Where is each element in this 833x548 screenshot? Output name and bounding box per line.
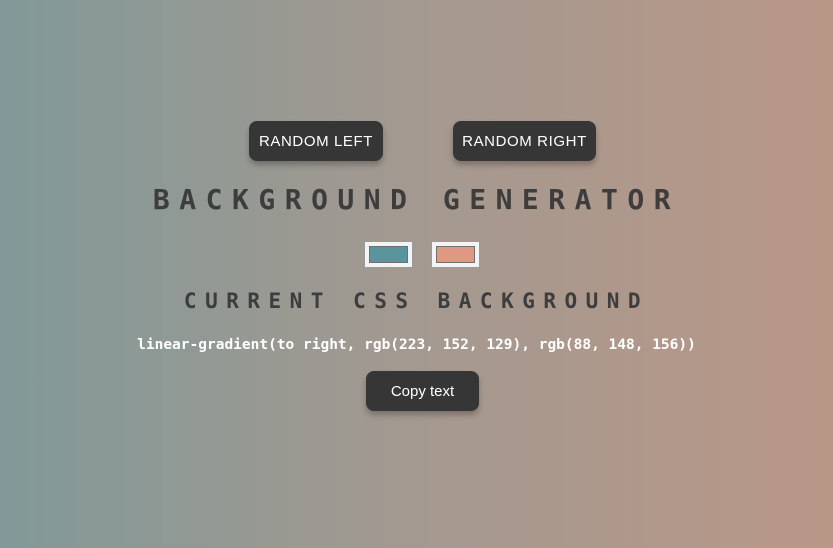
random-right-button[interactable]: RANDOM RIGHT — [453, 121, 596, 161]
right-color-picker[interactable] — [431, 241, 480, 268]
copy-text-button[interactable]: Copy text — [366, 371, 479, 411]
right-color-swatch — [436, 246, 475, 263]
page-title: BACKGROUND GENERATOR — [152, 183, 681, 216]
left-color-swatch — [369, 246, 408, 263]
css-output-text: linear-gradient(to right, rgb(223, 152, … — [137, 337, 696, 353]
page: { "buttons": { "random_left": "RANDOM LE… — [0, 0, 833, 548]
css-background-heading: CURRENT CSS BACKGROUND — [183, 289, 650, 313]
random-left-button[interactable]: RANDOM LEFT — [249, 121, 383, 161]
left-color-picker[interactable] — [364, 241, 413, 268]
